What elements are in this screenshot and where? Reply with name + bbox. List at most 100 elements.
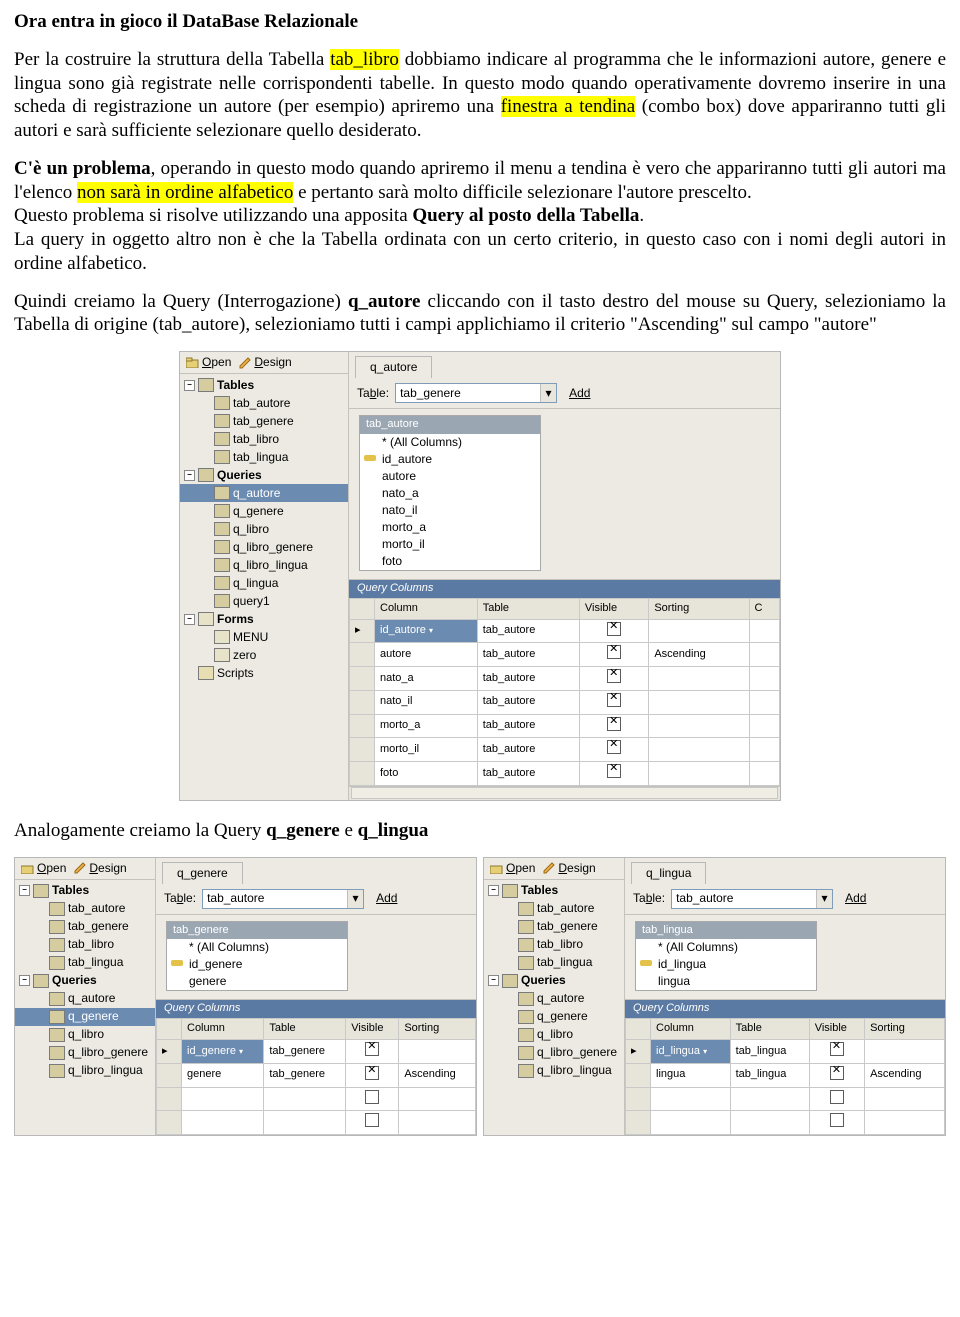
checkbox[interactable] [365, 1090, 379, 1104]
open-button[interactable]: Open [186, 355, 231, 370]
tree-item-tab-libro[interactable]: tab_libro [180, 430, 348, 448]
tree-item[interactable]: q_libro [15, 1026, 155, 1044]
chevron-down-icon[interactable]: ▾ [347, 890, 363, 908]
tree-item[interactable]: q_libro_lingua [15, 1062, 155, 1080]
tree-item-q-libro[interactable]: q_libro [180, 520, 348, 538]
object-tree[interactable]: −Tables tab_autore tab_genere tab_libro … [180, 374, 348, 686]
horizontal-scrollbar[interactable] [349, 786, 780, 800]
tree-item-menu[interactable]: MENU [180, 628, 348, 646]
field-item[interactable]: id_genere [167, 956, 347, 973]
tree-item-q-autore[interactable]: q_autore [180, 484, 348, 502]
field-item[interactable]: autore [360, 468, 540, 485]
tree-item[interactable]: tab_autore [15, 900, 155, 918]
collapse-icon[interactable]: − [19, 885, 30, 896]
table-combobox[interactable]: tab_genere ▾ [395, 383, 557, 403]
tree-item-q-genere[interactable]: q_genere [15, 1008, 155, 1026]
collapse-icon[interactable]: − [488, 975, 499, 986]
checkbox[interactable] [365, 1042, 379, 1056]
tree-item[interactable]: tab_libro [15, 936, 155, 954]
grid-row[interactable]: fototab_autore [350, 762, 780, 786]
design-button[interactable]: Design [239, 355, 291, 370]
design-button[interactable]: Design [543, 861, 595, 876]
add-button[interactable]: Add [563, 385, 596, 402]
designer-tab[interactable]: q_lingua [631, 862, 706, 884]
grid-row[interactable] [157, 1111, 476, 1135]
checkbox[interactable] [830, 1113, 844, 1127]
collapse-icon[interactable]: − [184, 614, 195, 625]
grid-row[interactable] [626, 1111, 945, 1135]
tree-item[interactable]: q_libro_genere [15, 1044, 155, 1062]
field-item[interactable]: * (All Columns) [636, 939, 816, 956]
fields-box[interactable]: tab_lingua * (All Columns)id_lingualingu… [635, 921, 817, 992]
tree-item-zero[interactable]: zero [180, 646, 348, 664]
grid-row[interactable]: linguatab_linguaAscending [626, 1063, 945, 1087]
chevron-down-icon[interactable]: ▾ [816, 890, 832, 908]
tree-item[interactable]: q_libro_genere [484, 1044, 624, 1062]
tree-item[interactable]: tab_autore [484, 900, 624, 918]
query-columns-grid[interactable]: Column Table Visible Sorting C ▸id_autor… [349, 598, 780, 786]
field-item[interactable]: nato_il [360, 502, 540, 519]
table-combobox[interactable]: tab_autore▾ [202, 889, 364, 909]
query-columns-grid[interactable]: ColumnTableVisibleSorting ▸id_lingua ▾ta… [625, 1018, 945, 1135]
checkbox[interactable] [830, 1090, 844, 1104]
tree-item-q-genere[interactable]: q_genere [180, 502, 348, 520]
tree-item-q-lingua[interactable]: q_lingua [180, 574, 348, 592]
fields-box[interactable]: tab_genere * (All Columns)id_generegener… [166, 921, 348, 992]
checkbox[interactable] [607, 740, 621, 754]
field-item[interactable]: * (All Columns) [360, 434, 540, 451]
grid-row[interactable]: ▸id_genere ▾tab_genere [157, 1040, 476, 1064]
add-button[interactable]: Add [370, 890, 403, 907]
collapse-icon[interactable]: − [184, 470, 195, 481]
tree-item-query1[interactable]: query1 [180, 592, 348, 610]
table-combobox[interactable]: tab_autore▾ [671, 889, 833, 909]
grid-row[interactable]: generetab_genereAscending [157, 1063, 476, 1087]
collapse-icon[interactable]: − [488, 885, 499, 896]
field-item[interactable]: * (All Columns) [167, 939, 347, 956]
open-button[interactable]: Open [21, 861, 66, 876]
tree-item[interactable]: q_genere [484, 1008, 624, 1026]
tree-item[interactable]: q_libro_lingua [484, 1062, 624, 1080]
tree-item-tab-genere[interactable]: tab_genere [180, 412, 348, 430]
checkbox[interactable] [607, 717, 621, 731]
grid-row[interactable]: ▸id_autore ▾tab_autore [350, 619, 780, 643]
tree-item[interactable]: tab_lingua [15, 954, 155, 972]
field-item[interactable]: nato_a [360, 485, 540, 502]
fields-list[interactable]: * (All Columns)id_autoreautorenato_anato… [360, 434, 540, 570]
checkbox[interactable] [607, 622, 621, 636]
tree-item[interactable]: q_autore [15, 990, 155, 1008]
designer-tab[interactable]: q_autore [355, 356, 432, 378]
checkbox[interactable] [830, 1042, 844, 1056]
field-item[interactable]: morto_il [360, 536, 540, 553]
tree-item[interactable]: tab_genere [484, 918, 624, 936]
checkbox[interactable] [607, 645, 621, 659]
tree-item-q-libro-genere[interactable]: q_libro_genere [180, 538, 348, 556]
tree-item[interactable]: q_libro [484, 1026, 624, 1044]
field-item[interactable]: morto_a [360, 519, 540, 536]
checkbox[interactable] [607, 764, 621, 778]
query-columns-grid[interactable]: ColumnTableVisibleSorting ▸id_genere ▾ta… [156, 1018, 476, 1135]
field-item[interactable]: foto [360, 553, 540, 570]
grid-row[interactable] [626, 1087, 945, 1111]
chevron-down-icon[interactable]: ▾ [540, 384, 556, 402]
tree-item-scripts[interactable]: Scripts [180, 664, 348, 682]
checkbox[interactable] [830, 1066, 844, 1080]
field-item[interactable]: id_lingua [636, 956, 816, 973]
design-button[interactable]: Design [74, 861, 126, 876]
designer-tab[interactable]: q_genere [162, 862, 243, 884]
checkbox[interactable] [607, 693, 621, 707]
add-button[interactable]: Add [839, 890, 872, 907]
tree-item[interactable]: q_autore [484, 990, 624, 1008]
tree-item-tab-lingua[interactable]: tab_lingua [180, 448, 348, 466]
tree-item-tab-autore[interactable]: tab_autore [180, 394, 348, 412]
field-item[interactable]: lingua [636, 973, 816, 990]
collapse-icon[interactable]: − [184, 380, 195, 391]
grid-row[interactable]: nato_iltab_autore [350, 690, 780, 714]
tree-item[interactable]: tab_lingua [484, 954, 624, 972]
collapse-icon[interactable]: − [19, 975, 30, 986]
tree-item[interactable]: tab_genere [15, 918, 155, 936]
grid-row[interactable]: nato_atab_autore [350, 667, 780, 691]
tree-item[interactable]: tab_libro [484, 936, 624, 954]
grid-row[interactable]: autoretab_autoreAscending [350, 643, 780, 667]
grid-row[interactable]: morto_atab_autore [350, 714, 780, 738]
field-item[interactable]: id_autore [360, 451, 540, 468]
